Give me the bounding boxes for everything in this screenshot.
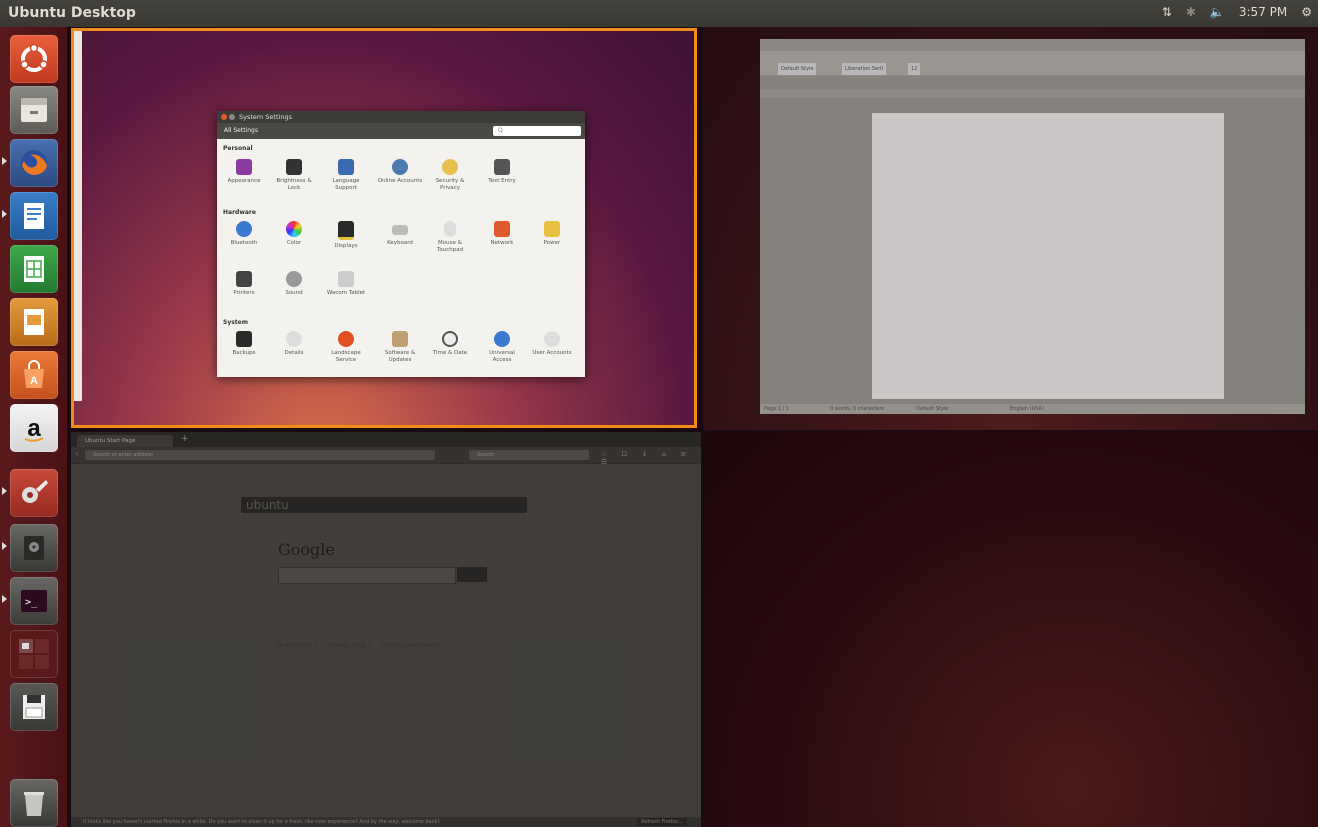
lock-icon bbox=[286, 159, 302, 175]
backups-icon bbox=[236, 331, 252, 347]
landscape-icon bbox=[338, 331, 354, 347]
setting-displays[interactable]: Displays bbox=[323, 221, 369, 250]
printer-icon bbox=[236, 271, 252, 287]
workspace-switcher-icon[interactable] bbox=[10, 630, 58, 678]
sound-icon bbox=[286, 271, 302, 287]
top-panel: Ubuntu Desktop ⇅ ✱ 🔈 3:57 PM ⚙ bbox=[0, 0, 1318, 27]
settings-title: System Settings bbox=[239, 113, 292, 121]
settings-titlebar: System Settings bbox=[217, 111, 585, 123]
setting-keyboard[interactable]: Keyboard bbox=[377, 221, 423, 247]
system-settings-window[interactable]: System Settings All Settings Q Personal … bbox=[217, 111, 585, 377]
language-icon bbox=[338, 159, 354, 175]
online-accounts-icon bbox=[392, 159, 408, 175]
trash-icon[interactable] bbox=[10, 779, 58, 827]
setting-mouse-touchpad[interactable]: Mouse & Touchpad bbox=[427, 221, 473, 253]
volume-icon[interactable]: 🔈 bbox=[1210, 5, 1225, 19]
setting-power[interactable]: Power bbox=[529, 221, 575, 247]
setting-color[interactable]: Color bbox=[271, 221, 317, 247]
disk-utility-icon[interactable] bbox=[10, 524, 58, 572]
all-settings-button[interactable]: All Settings bbox=[224, 127, 258, 134]
setting-appearance[interactable]: Appearance bbox=[221, 159, 267, 185]
close-icon[interactable] bbox=[221, 114, 227, 120]
software-updates-icon bbox=[392, 331, 408, 347]
setting-landscape-service[interactable]: Landscape Service bbox=[323, 331, 369, 363]
firefox-icon[interactable] bbox=[10, 139, 58, 187]
amazon-icon[interactable]: a bbox=[10, 404, 58, 452]
user-accounts-icon bbox=[544, 331, 560, 347]
setting-brightness-lock[interactable]: Brightness & Lock bbox=[271, 159, 317, 191]
window-edge bbox=[74, 31, 82, 401]
indicator-tray: ⇅ ✱ 🔈 3:57 PM ⚙ bbox=[1162, 5, 1312, 19]
setting-details[interactable]: Details bbox=[271, 331, 317, 357]
svg-text:A: A bbox=[30, 375, 38, 387]
power-icon bbox=[544, 221, 560, 237]
mouse-icon bbox=[444, 221, 456, 237]
setting-online-accounts[interactable]: Online Accounts bbox=[377, 159, 423, 185]
accessibility-icon bbox=[494, 331, 510, 347]
bluetooth-icon[interactable]: ✱ bbox=[1186, 5, 1196, 19]
workspace-3[interactable]: Ubuntu Start Page + ‹ Search or enter ad… bbox=[71, 432, 701, 827]
setting-user-accounts[interactable]: User Accounts bbox=[529, 331, 575, 357]
keyboard-icon bbox=[392, 225, 408, 235]
clock[interactable]: 3:57 PM bbox=[1239, 5, 1287, 19]
bluetooth-icon bbox=[236, 221, 252, 237]
displays-icon bbox=[338, 221, 354, 240]
svg-text:>_: >_ bbox=[25, 597, 38, 608]
inactive-workspace-overlay bbox=[71, 432, 701, 827]
details-icon bbox=[286, 331, 302, 347]
window-controls[interactable] bbox=[221, 114, 235, 120]
libreoffice-impress-icon[interactable] bbox=[10, 298, 58, 346]
setting-wacom-tablet[interactable]: Wacom Tablet bbox=[323, 271, 369, 297]
workspace-4[interactable] bbox=[703, 432, 1318, 827]
color-icon bbox=[286, 221, 302, 237]
security-icon bbox=[442, 159, 458, 175]
floppy-disk-icon[interactable] bbox=[10, 683, 58, 731]
setting-universal-access[interactable]: Universal Access bbox=[479, 331, 525, 363]
setting-security-privacy[interactable]: Security & Privacy bbox=[427, 159, 473, 191]
text-entry-icon bbox=[494, 159, 510, 175]
setting-printers[interactable]: Printers bbox=[221, 271, 267, 297]
system-settings-icon[interactable] bbox=[10, 469, 58, 517]
workspace-1[interactable]: System Settings All Settings Q Personal … bbox=[71, 28, 697, 428]
appearance-icon bbox=[236, 159, 252, 175]
libreoffice-calc-icon[interactable] bbox=[10, 245, 58, 293]
workspace-2[interactable]: Default Style Liberation Serif 12 Page 1… bbox=[703, 27, 1318, 430]
section-personal: Personal bbox=[223, 145, 253, 152]
setting-language-support[interactable]: Language Support bbox=[323, 159, 369, 191]
ubuntu-logo-icon[interactable] bbox=[10, 35, 58, 83]
setting-backups[interactable]: Backups bbox=[221, 331, 267, 357]
setting-network[interactable]: Network bbox=[479, 221, 525, 247]
files-icon[interactable] bbox=[10, 86, 58, 134]
window-title: Ubuntu Desktop bbox=[8, 5, 136, 21]
inactive-workspace-overlay bbox=[703, 27, 1318, 430]
network-updown-icon[interactable]: ⇅ bbox=[1162, 5, 1172, 19]
minimize-icon[interactable] bbox=[229, 114, 235, 120]
clock-icon bbox=[442, 331, 458, 347]
network-icon bbox=[494, 221, 510, 237]
setting-sound[interactable]: Sound bbox=[271, 271, 317, 297]
wacom-tablet-icon bbox=[338, 271, 354, 287]
settings-toolbar: All Settings Q bbox=[217, 123, 585, 139]
gear-icon[interactable]: ⚙ bbox=[1301, 5, 1312, 19]
setting-bluetooth[interactable]: Bluetooth bbox=[221, 221, 267, 247]
software-center-icon[interactable]: A bbox=[10, 351, 58, 399]
settings-search-input[interactable]: Q bbox=[493, 126, 581, 136]
svg-text:a: a bbox=[27, 415, 41, 442]
libreoffice-writer-icon[interactable] bbox=[10, 192, 58, 240]
section-hardware: Hardware bbox=[223, 209, 256, 216]
setting-text-entry[interactable]: Text Entry bbox=[479, 159, 525, 185]
terminal-icon[interactable]: >_ bbox=[10, 577, 58, 625]
setting-software-updates[interactable]: Software & Updates bbox=[377, 331, 423, 363]
launcher: A a >_ bbox=[0, 27, 68, 827]
setting-time-date[interactable]: Time & Date bbox=[427, 331, 473, 357]
section-system: System bbox=[223, 319, 248, 326]
